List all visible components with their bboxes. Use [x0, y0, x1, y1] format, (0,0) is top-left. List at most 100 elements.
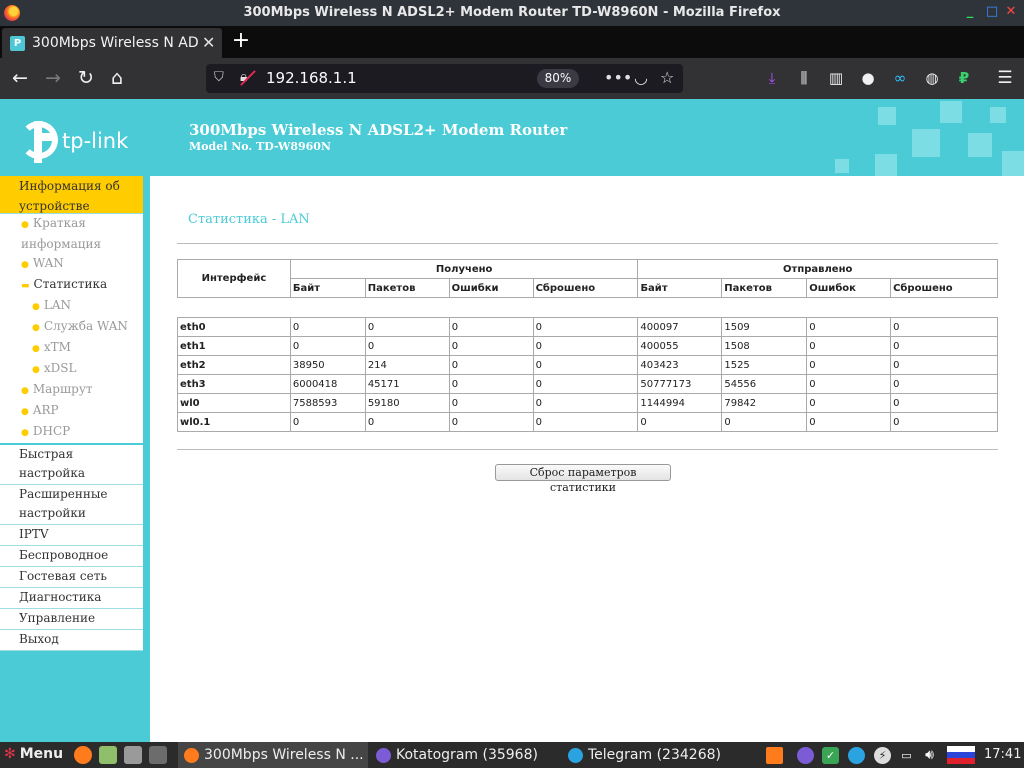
stat-cell: 79842 — [721, 393, 808, 413]
banner-decoration — [878, 107, 896, 125]
extension-globe-icon[interactable]: ◍ — [921, 67, 943, 89]
reset-statistics-button[interactable]: Сброс параметров статистики — [495, 464, 671, 494]
interface-cell: wl0.1 — [177, 412, 291, 432]
extension-ruble-icon[interactable]: ₽ — [953, 67, 975, 89]
tray-firefox-icon[interactable] — [766, 747, 783, 764]
stat-cell: 0 — [890, 336, 998, 356]
sidebar-item-iptv[interactable]: IPTV — [0, 525, 143, 546]
sidebar-sub-arp[interactable]: ● ARP — [0, 401, 143, 422]
banner-decoration — [875, 154, 897, 176]
banner-decoration — [940, 101, 962, 123]
back-arrow-icon[interactable]: ← — [8, 66, 32, 90]
hamburger-menu-icon[interactable]: ☰ — [994, 67, 1016, 89]
tab-router[interactable]: P 300Mbps Wireless N ADSL2+ Modem Router… — [2, 28, 222, 58]
pocket-icon[interactable]: ◡ — [634, 68, 648, 87]
sidebar-item-diagnostics[interactable]: Диагностика — [0, 588, 143, 609]
sidebar-sub-label: DHCP — [32, 424, 71, 438]
terminal-launcher-icon[interactable] — [124, 746, 142, 764]
sidebar-item-wireless[interactable]: Беспроводное — [0, 546, 143, 567]
sidebar-stats-lan[interactable]: ● LAN — [0, 296, 143, 317]
keyboard-layout-flag-icon[interactable] — [947, 746, 975, 764]
stat-cell: 0 — [890, 355, 998, 375]
stat-cell: 0 — [806, 412, 892, 432]
stat-cell: 45171 — [364, 374, 450, 394]
start-menu-button[interactable]: ✻ Menu — [4, 746, 63, 764]
close-tab-icon[interactable]: ✕ — [202, 33, 215, 52]
maximize-button[interactable]: □ — [985, 5, 999, 19]
media-launcher-icon[interactable] — [149, 746, 167, 764]
col-header-rx-packets: Пакетов — [364, 278, 450, 298]
sidebar-item-management[interactable]: Управление — [0, 609, 143, 630]
table-row: wl0 7588593 59180 0 0 1144994 79842 0 0 — [177, 393, 998, 413]
download-icon[interactable]: ⤓ — [761, 67, 783, 89]
taskbar-item-telegram[interactable]: Telegram (234268) — [562, 742, 752, 768]
insecure-lock-icon[interactable]: 🔒︎ — [240, 69, 247, 85]
sidebar-item-device-info[interactable]: Информация об устройстве — [0, 176, 143, 214]
sidebar-stats-xdsl[interactable]: ● xDSL — [0, 359, 143, 380]
page-actions-icon[interactable]: ••• — [604, 68, 632, 87]
address-bar[interactable]: ⛉ 🔒︎ 192.168.1.1 80% ••• ◡ ☆ — [206, 64, 683, 93]
sidebar-item-logout[interactable]: Выход — [0, 630, 143, 651]
forward-arrow-icon[interactable]: → — [41, 66, 65, 90]
tplink-logo-text: tp-link — [62, 129, 129, 153]
col-header-rx-bytes: Байт — [289, 278, 366, 298]
interface-cell: eth0 — [177, 317, 291, 337]
col-header-interface: Интерфейс — [177, 259, 291, 298]
window-title: 300Mbps Wireless N ADSL2+ Modem Router T… — [243, 5, 781, 20]
sidebar-item-advanced[interactable]: Расширенные настройки — [0, 485, 143, 525]
firefox-launcher-icon[interactable] — [74, 746, 92, 764]
stat-cell: 1144994 — [637, 393, 723, 413]
zoom-level-badge[interactable]: 80% — [537, 69, 579, 88]
file-manager-launcher-icon[interactable] — [99, 746, 117, 764]
account-icon[interactable]: ● — [857, 67, 879, 89]
sidebar-item-quick-setup[interactable]: Быстрая настройка — [0, 445, 143, 485]
stat-cell: 0 — [364, 317, 450, 337]
reload-icon[interactable]: ↻ — [74, 66, 98, 90]
stat-cell: 400097 — [637, 317, 723, 337]
sidebar-sub-summary[interactable]: ● Краткая информация — [0, 214, 143, 254]
sidebar-toggle-icon[interactable]: ▥ — [825, 67, 847, 89]
stat-cell: 59180 — [364, 393, 450, 413]
divider — [177, 243, 998, 244]
close-window-button[interactable]: ✕ — [1004, 5, 1018, 19]
taskbar-item-kotatogram[interactable]: Kotatogram (35968) — [370, 742, 560, 768]
col-header-rx-errors: Ошибки — [448, 278, 534, 298]
sidebar-item-guest-network[interactable]: Гостевая сеть — [0, 567, 143, 588]
stat-cell: 50777173 — [637, 374, 723, 394]
stats-table-header: Интерфейс Получено Отправлено Байт Пакет… — [177, 259, 998, 298]
sidebar-sub-dhcp[interactable]: ● DHCP — [0, 422, 143, 445]
sidebar-sub-wan[interactable]: ● WAN — [0, 254, 143, 275]
url-text[interactable]: 192.168.1.1 — [266, 69, 357, 87]
sidebar-sub-route[interactable]: ● Маршрут — [0, 380, 143, 401]
interface-cell: eth2 — [177, 355, 291, 375]
tracking-shield-icon[interactable]: ⛉ — [214, 70, 224, 85]
tray-shield-icon[interactable]: ✓ — [822, 747, 839, 764]
bullet-icon: ● — [32, 302, 40, 312]
minimize-button[interactable]: _ — [963, 5, 977, 19]
tray-kotatogram-icon[interactable] — [797, 747, 814, 764]
stat-cell: 38950 — [289, 355, 366, 375]
sidebar-stats-xtm[interactable]: ● xTM — [0, 338, 143, 359]
sidebar-sub-statistics[interactable]: ▬ Статистика — [0, 275, 143, 296]
tray-message-icon[interactable]: ▭ — [898, 747, 915, 764]
tray-telegram-icon[interactable] — [848, 747, 865, 764]
bookmark-star-icon[interactable]: ☆ — [660, 68, 674, 87]
tray-network-icon[interactable]: ⚡ — [874, 747, 891, 764]
main-content: Статистика - LAN Интерфейс Получено Отпр… — [150, 176, 1024, 742]
sidebar-sub-label: Краткая информация — [21, 216, 102, 251]
desktop-taskbar: ✻ Menu 300Mbps Wireless N ... Kotatogram … — [0, 742, 1024, 768]
library-icon[interactable]: ⫼ — [793, 67, 815, 89]
router-title: 300Mbps Wireless N ADSL2+ Modem Router — [189, 121, 568, 139]
bullet-icon: ● — [21, 386, 29, 396]
tray-volume-icon[interactable]: 🔊︎ — [921, 747, 938, 764]
home-icon[interactable]: ⌂ — [105, 66, 129, 90]
bullet-icon: ● — [32, 344, 40, 354]
taskbar-item-firefox[interactable]: 300Mbps Wireless N ... — [178, 742, 368, 768]
col-header-rx-drops: Сброшено — [532, 278, 639, 298]
stat-cell: 0 — [806, 374, 892, 394]
extension-infinity-icon[interactable]: ∞ — [889, 67, 911, 89]
sidebar-stats-wan-service[interactable]: ● Служба WAN — [0, 317, 143, 338]
taskbar-clock[interactable]: 17:41 — [984, 747, 1021, 762]
new-tab-button[interactable]: + — [230, 28, 252, 54]
col-header-received: Получено — [289, 259, 639, 279]
